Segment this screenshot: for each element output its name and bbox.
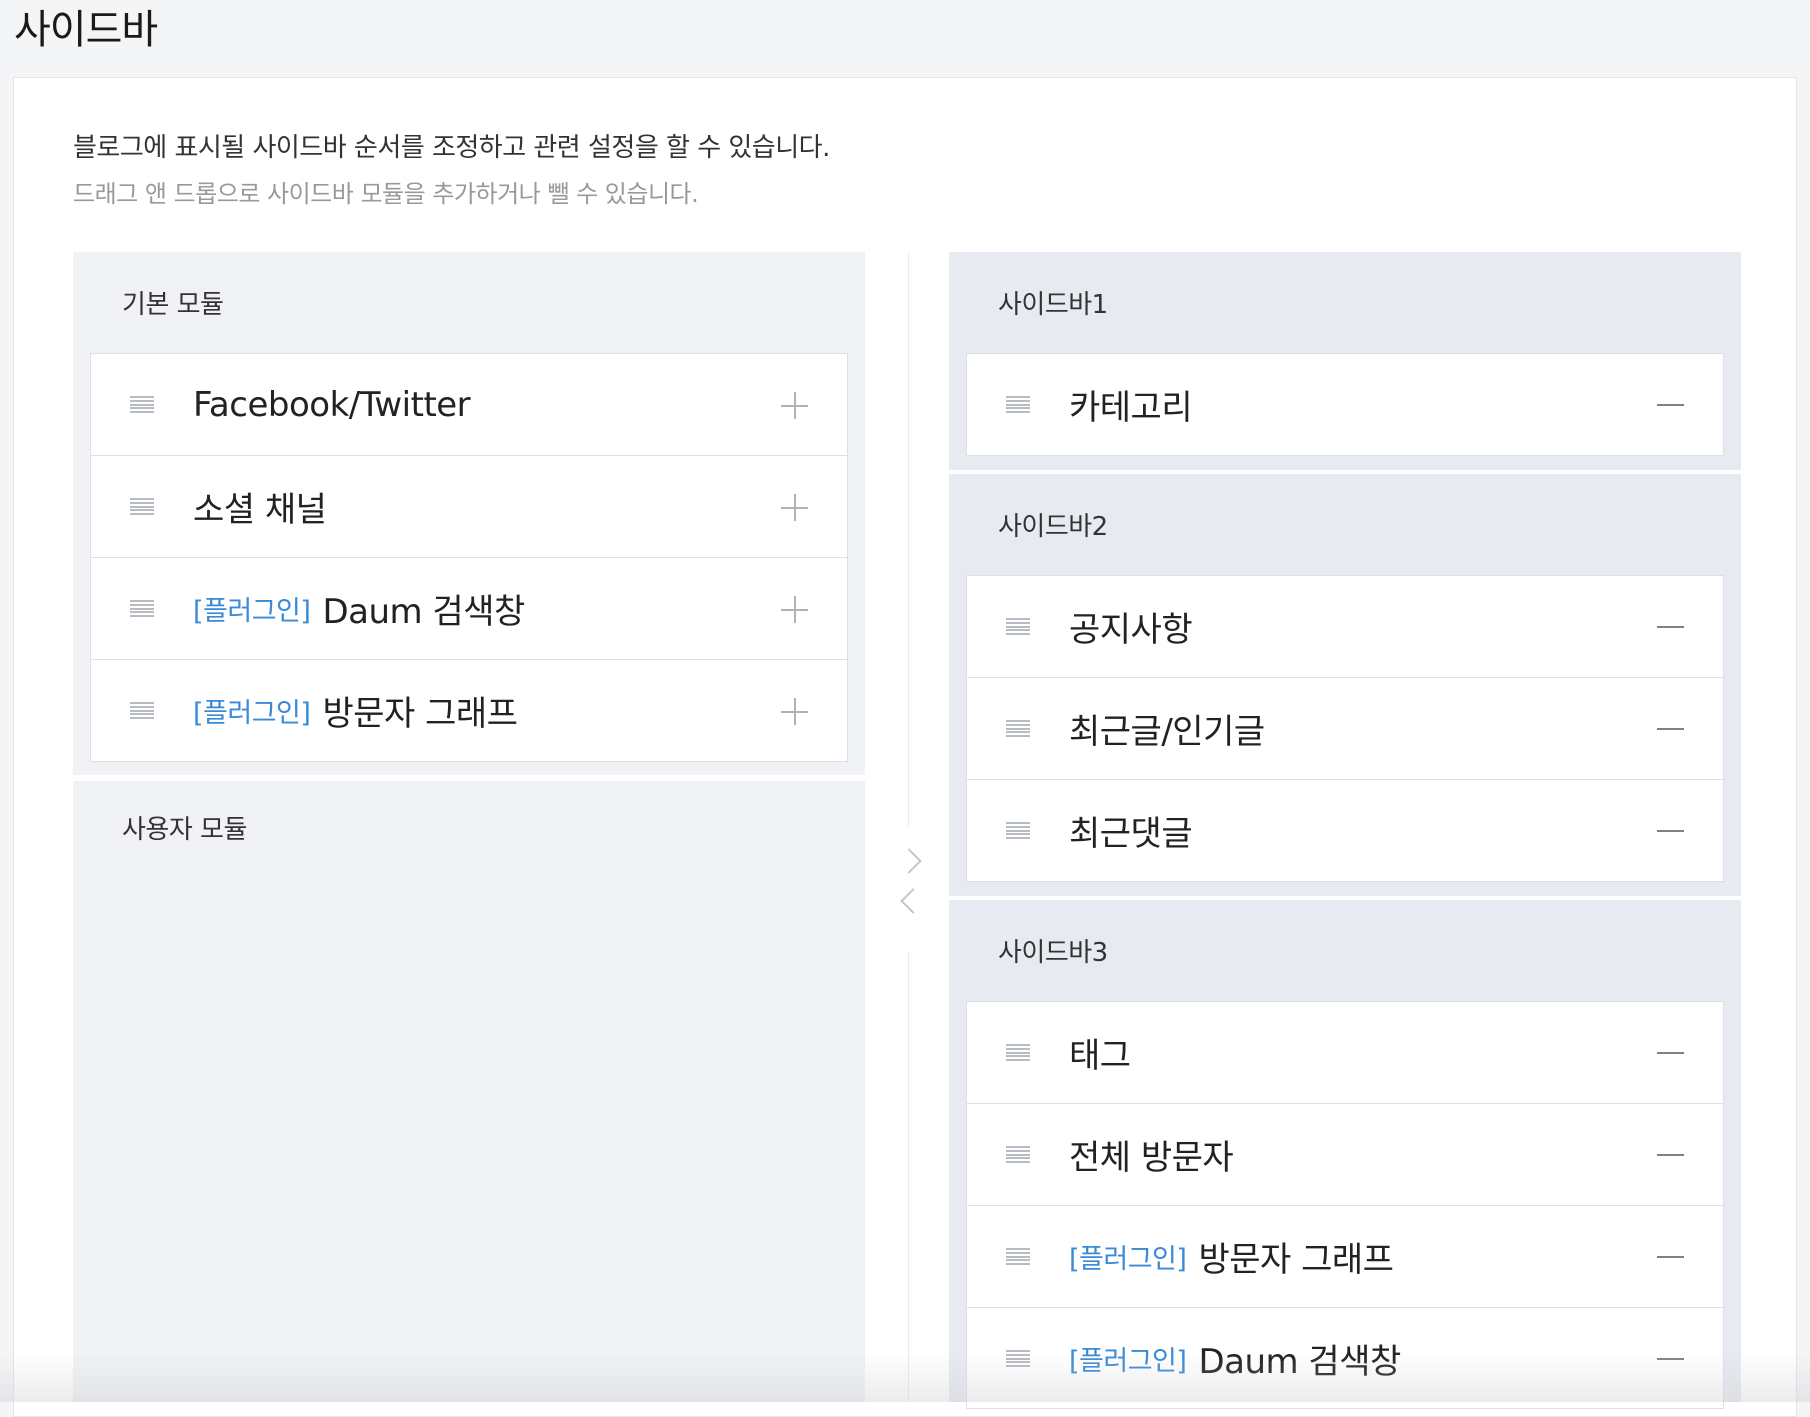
sidebar3-list: 태그 전체 방문자 [플러그인] 방문자 그래프 [플러그인] Daum 검색창 xyxy=(966,1001,1724,1409)
minus-icon[interactable] xyxy=(1657,401,1684,409)
sidebar3-group: 사이드바3 태그 전체 방문자 [플러그인] 방문자 그래프 [플러그인] Daum… xyxy=(949,900,1741,1409)
sidebar2-list: 공지사항 최근글/인기글 최근댓글 xyxy=(966,575,1724,882)
module-row-tag[interactable]: 태그 xyxy=(967,1002,1723,1104)
plugin-tag: [플러그인] xyxy=(1069,1244,1187,1275)
basic-modules-group: 기본 모듈 Facebook/Twitter 소셜 채널 [플러그인] Daum … xyxy=(73,252,865,775)
page-subdescription: 드래그 앤 드롭으로 사이드바 모듈을 추가하거나 뺄 수 있습니다. xyxy=(73,180,699,208)
column-divider-top xyxy=(908,252,909,827)
module-row-recent-comments[interactable]: 최근댓글 xyxy=(967,780,1723,881)
drag-handle-icon[interactable] xyxy=(130,702,154,719)
module-label: 최근글/인기글 xyxy=(1069,678,1265,779)
sidebar2-title: 사이드바2 xyxy=(998,512,1108,542)
plus-icon[interactable] xyxy=(781,392,808,419)
sidebar1-group: 사이드바1 카테고리 xyxy=(949,252,1741,470)
minus-icon[interactable] xyxy=(1657,1151,1684,1159)
plugin-tag: [플러그인] xyxy=(193,596,311,627)
module-row-recent-popular-posts[interactable]: 최근글/인기글 xyxy=(967,678,1723,780)
drag-handle-icon[interactable] xyxy=(1006,1350,1030,1367)
module-row-total-visitors[interactable]: 전체 방문자 xyxy=(967,1104,1723,1206)
module-name: 전체 방문자 xyxy=(1069,1138,1234,1178)
module-label: 공지사항 xyxy=(1069,576,1193,677)
sidebar2-group: 사이드바2 공지사항 최근글/인기글 최근댓글 xyxy=(949,474,1741,896)
module-row-notice[interactable]: 공지사항 xyxy=(967,576,1723,678)
drag-handle-icon[interactable] xyxy=(1006,1044,1030,1061)
module-name: 소셜 채널 xyxy=(193,490,327,530)
module-label: 태그 xyxy=(1069,1002,1131,1103)
drag-handle-icon[interactable] xyxy=(130,600,154,617)
module-name: 최근댓글 xyxy=(1069,814,1193,854)
plus-icon[interactable] xyxy=(781,596,808,623)
module-label: 전체 방문자 xyxy=(1069,1104,1234,1205)
module-name: 방문자 그래프 xyxy=(1198,1240,1394,1280)
module-label: [플러그인] 방문자 그래프 xyxy=(193,660,518,761)
module-name: 방문자 그래프 xyxy=(322,694,518,734)
module-row-daum-search[interactable]: [플러그인] Daum 검색창 xyxy=(967,1308,1723,1409)
module-row-facebook-twitter[interactable]: Facebook/Twitter xyxy=(91,354,847,456)
module-name: Daum 검색창 xyxy=(1198,1341,1401,1382)
module-label: [플러그인] Daum 검색창 xyxy=(193,558,525,659)
minus-icon[interactable] xyxy=(1657,725,1684,733)
drag-handle-icon[interactable] xyxy=(130,396,154,413)
module-row-visitor-graph[interactable]: [플러그인] 방문자 그래프 xyxy=(967,1206,1723,1308)
module-label: 카테고리 xyxy=(1069,354,1193,455)
module-label: Facebook/Twitter xyxy=(193,354,471,455)
basic-modules-list: Facebook/Twitter 소셜 채널 [플러그인] Daum 검색창 [플… xyxy=(90,353,848,762)
column-divider-bottom xyxy=(908,952,909,1402)
plus-icon[interactable] xyxy=(781,698,808,725)
module-row-daum-search[interactable]: [플러그인] Daum 검색창 xyxy=(91,558,847,660)
module-label: 최근댓글 xyxy=(1069,780,1193,881)
sidebar1-title: 사이드바1 xyxy=(998,290,1108,320)
page-description: 블로그에 표시될 사이드바 순서를 조정하고 관련 설정을 할 수 있습니다. xyxy=(73,133,830,163)
minus-icon[interactable] xyxy=(1657,827,1684,835)
module-name: 태그 xyxy=(1069,1036,1131,1076)
minus-icon[interactable] xyxy=(1657,623,1684,631)
drag-handle-icon[interactable] xyxy=(130,498,154,515)
module-label: 소셜 채널 xyxy=(193,456,327,557)
minus-icon[interactable] xyxy=(1657,1049,1684,1057)
plugin-tag: [플러그인] xyxy=(193,698,311,729)
module-label: [플러그인] 방문자 그래프 xyxy=(1069,1206,1394,1307)
user-modules-title: 사용자 모듈 xyxy=(122,815,247,845)
sidebar1-list: 카테고리 xyxy=(966,353,1724,456)
drag-handle-icon[interactable] xyxy=(1006,618,1030,635)
user-modules-group: 사용자 모듈 xyxy=(73,781,865,1402)
module-row-social-channel[interactable]: 소셜 채널 xyxy=(91,456,847,558)
plus-icon[interactable] xyxy=(781,494,808,521)
drag-handle-icon[interactable] xyxy=(1006,1248,1030,1265)
drag-handle-icon[interactable] xyxy=(1006,396,1030,413)
sidebar3-title: 사이드바3 xyxy=(998,938,1108,968)
drag-handle-icon[interactable] xyxy=(1006,1146,1030,1163)
basic-modules-title: 기본 모듈 xyxy=(122,290,224,320)
module-name: 최근글/인기글 xyxy=(1069,712,1265,752)
page-title: 사이드바 xyxy=(14,7,158,53)
module-name: 공지사항 xyxy=(1069,610,1193,650)
module-name: Facebook/Twitter xyxy=(193,384,471,425)
module-name: 카테고리 xyxy=(1069,388,1193,428)
minus-icon[interactable] xyxy=(1657,1355,1684,1363)
module-name: Daum 검색창 xyxy=(322,592,525,632)
drag-handle-icon[interactable] xyxy=(1006,720,1030,737)
module-row-visitor-graph[interactable]: [플러그인] 방문자 그래프 xyxy=(91,660,847,761)
module-label: [플러그인] Daum 검색창 xyxy=(1069,1308,1401,1408)
drag-handle-icon[interactable] xyxy=(1006,822,1030,839)
minus-icon[interactable] xyxy=(1657,1253,1684,1261)
plugin-tag: [플러그인] xyxy=(1069,1345,1187,1377)
module-row-category[interactable]: 카테고리 xyxy=(967,354,1723,455)
